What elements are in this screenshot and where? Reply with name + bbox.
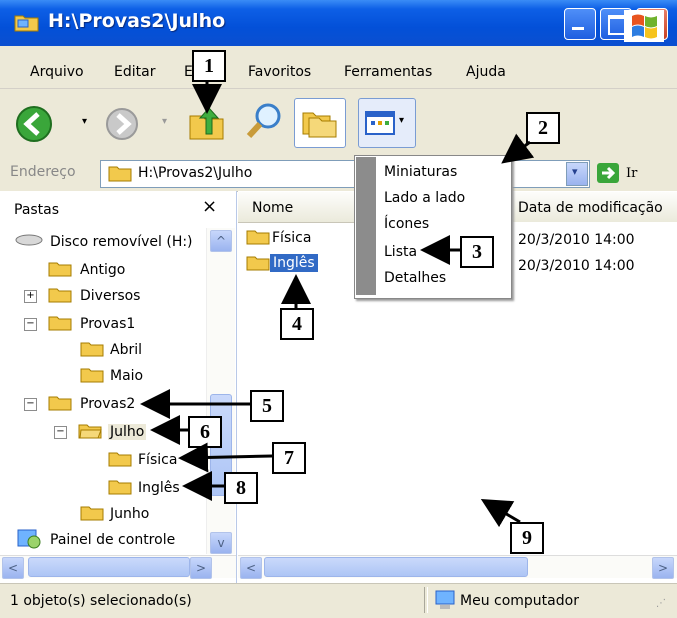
callout-arrows (140, 80, 535, 528)
